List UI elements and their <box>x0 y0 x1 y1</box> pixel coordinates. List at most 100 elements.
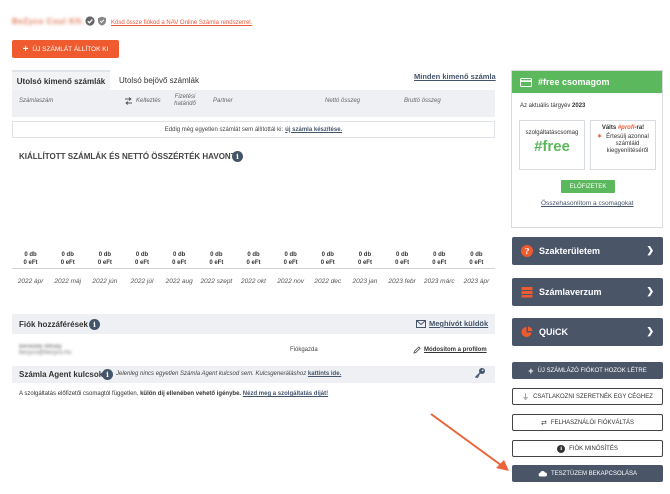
compare-packages-link[interactable]: Összehasonlítom a csomagokat <box>541 200 634 207</box>
bar-amount-label: 0 eFt <box>283 260 298 266</box>
expertise-button[interactable]: ? Szakterületem ❯ <box>512 237 663 265</box>
info-icon[interactable]: i <box>232 151 243 162</box>
switch-user-button[interactable]: ⇄ FELHASZNÁLÓI FIÓKVÁLTÁS <box>512 414 663 431</box>
bar-count-label: 0 db <box>395 252 409 258</box>
pricing-link[interactable]: Nézd meg a szolgáltatás díját! <box>243 391 328 397</box>
info-icon: i <box>557 444 566 453</box>
quick-button[interactable]: QUiCK ❯ <box>512 318 663 346</box>
new-invoice-button[interactable]: + ÚJ SZÁMLÁT ÁLLÍTOK KI <box>12 40 119 58</box>
bar-count-label: 0 db <box>98 252 112 258</box>
connect-company-button[interactable]: ⏚ CSATLAKOZNI SZERETNÉK EGY CÉGHEZ <box>512 388 663 405</box>
col-gross[interactable]: Bruttó összeg <box>404 98 441 104</box>
chart-axis <box>12 268 495 269</box>
x-tick-label: 2023 márc <box>423 278 455 285</box>
access-title: Fiók hozzáférések <box>19 320 88 329</box>
x-tick-label: 2022 ápr <box>17 278 44 285</box>
invite-button[interactable]: Meghívót küldök <box>416 319 488 328</box>
x-tick-label: 2023 febr <box>388 278 416 285</box>
credit-card-icon <box>520 77 532 87</box>
bar-value-label: 0 db 0 eFt <box>458 251 494 267</box>
upgrade-offer[interactable]: Válts #profi-ra! ✶ Értesülj azonnal száml… <box>590 120 656 170</box>
info-icon[interactable]: i <box>89 319 100 330</box>
info-icon[interactable]: i <box>102 369 113 380</box>
shield-icon <box>98 16 106 26</box>
test-mode-button[interactable]: TESZTÜZEM BEKAPCSOLÁSA <box>512 465 663 482</box>
col-net[interactable]: Nettó összeg <box>325 98 360 104</box>
plus-icon: + <box>528 365 534 376</box>
agent-generate-link[interactable]: kattints ide. <box>308 371 341 377</box>
bar-amount-label: 0 eFt <box>209 260 224 266</box>
bar-amount-label: 0 eFt <box>432 260 447 266</box>
bar-value-label: 0 db 0 eFt <box>50 251 86 267</box>
x-tick-label: 2022 aug <box>165 278 193 285</box>
col-partner[interactable]: Partner <box>213 98 233 104</box>
bar-count-label: 0 db <box>173 252 186 258</box>
cloud-icon <box>538 471 547 477</box>
bar-value-label: 0 db 0 eFt <box>236 251 272 267</box>
bar-amount-label: 0 eFt <box>320 260 335 266</box>
nav-connect-link[interactable]: Kösd össze fiókod a NAV Online Számla re… <box>111 20 252 26</box>
bar-count-label: 0 db <box>470 252 483 258</box>
bar-amount-label: 0 eFt <box>172 260 187 266</box>
bar-value-label: 0 db 0 eFt <box>124 251 160 267</box>
bar-amount-label: 0 eFt <box>97 260 112 266</box>
arrow-annotation <box>430 413 509 471</box>
bar-value-label: 0 db 0 eFt <box>87 251 123 267</box>
bar-value-label: 0 db 0 eFt <box>13 251 49 267</box>
bar-value-label: 0 db 0 eFt <box>384 251 420 267</box>
x-tick-label: 2022 szept <box>200 278 233 285</box>
plus-icon: + <box>22 43 29 55</box>
chevron-right-icon: ❯ <box>646 286 654 296</box>
swap-icon: ⇄ <box>540 419 547 427</box>
user-role: Fiókgazda <box>290 347 318 353</box>
bar-value-label: 0 db 0 eFt <box>161 251 197 267</box>
bar-count-label: 0 db <box>61 252 74 258</box>
package-header: #free csomagom <box>512 71 662 93</box>
bar-value-label: 0 db 0 eFt <box>198 251 234 267</box>
bar-amount-label: 0 eFt <box>395 260 410 266</box>
modify-profile-link[interactable]: Módosítom a profilom <box>413 346 487 354</box>
chart-title: KIÁLLÍTOTT SZÁMLÁK ÉS NETTÓ ÖSSZÉRTÉK HA… <box>19 152 241 161</box>
envelope-icon <box>416 319 426 328</box>
tab-incoming[interactable]: Utolsó bejövő számlák <box>110 70 208 90</box>
bar-value-label: 0 db 0 eFt <box>347 251 383 267</box>
x-tick-label: 2022 okt <box>241 278 266 285</box>
chevron-right-icon: ❯ <box>646 326 654 336</box>
bar-amount-label: 0 eFt <box>246 260 261 266</box>
account-rating-button[interactable]: i FIÓK MINŐSÍTÉS <box>512 440 663 457</box>
col-date[interactable]: Kelteztés <box>136 98 161 104</box>
create-invoice-link[interactable]: új számla készítése. <box>285 127 342 133</box>
verified-check-icon <box>85 16 95 26</box>
bar-amount-label: 0 eFt <box>357 260 372 266</box>
user-identity: Benedek Mihály bezyco@bezyco.hu <box>19 344 101 356</box>
plug-icon: ⏚ <box>522 393 530 401</box>
x-tick-label: 2022 júl <box>130 278 154 285</box>
user-email: bezyco@bezyco.hu <box>19 350 72 356</box>
col-due-date[interactable]: Fizetési határidő <box>172 94 198 108</box>
subscribe-button[interactable]: ELŐFIZETEK <box>561 180 615 193</box>
star-icon: ✶ <box>597 134 603 140</box>
bar-amount-label: 0 eFt <box>60 260 75 266</box>
col-invoice-number[interactable]: Számlaszám <box>19 98 53 104</box>
x-tick-label: 2022 dec <box>314 278 342 285</box>
agent-text: Jelenleg nincs egyetlen Számla Agent kul… <box>116 371 342 377</box>
agent-note: A szolgáltatás előfizetői csomagtól függ… <box>19 391 329 397</box>
new-account-button[interactable]: + ÚJ SZÁMLÁZÓ FIÓKOT HOZOK LÉTRE <box>512 362 663 379</box>
sort-swap-icon[interactable] <box>124 97 133 105</box>
x-tick-label: 2022 jún <box>92 278 118 285</box>
bar-amount-label: 0 eFt <box>23 260 38 266</box>
x-tick-label: 2022 máj <box>54 278 82 285</box>
tab-outgoing[interactable]: Utolsó kimenő számlák <box>12 70 110 90</box>
key-icon[interactable] <box>474 367 486 379</box>
bar-value-label: 0 db 0 eFt <box>421 251 457 267</box>
pie-chart-icon <box>521 326 533 337</box>
bar-count-label: 0 db <box>433 252 446 258</box>
bar-count-label: 0 db <box>321 252 334 258</box>
bar-count-label: 0 db <box>24 252 37 258</box>
current-package: szolgáltatáscsomag #free <box>519 120 585 170</box>
x-tick-label: 2023 jan <box>352 278 378 285</box>
all-outgoing-link[interactable]: Minden kimenő számla <box>414 72 496 81</box>
universe-button[interactable]: Számlaverzum ❯ <box>512 278 663 306</box>
x-tick-label: 2023 ápr <box>463 278 490 285</box>
x-tick-label: 2022 nov <box>277 278 305 285</box>
